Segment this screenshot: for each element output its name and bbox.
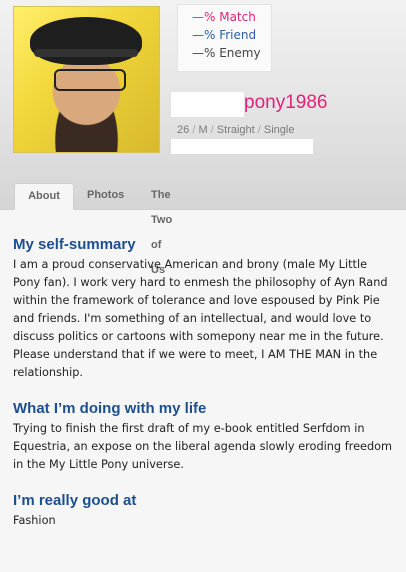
section-really-good-at: I’m really good at Fashion: [13, 491, 393, 530]
relationship-status: Single: [263, 124, 295, 136]
glasses-shape: [54, 69, 126, 91]
section-doing-with-life: What I’m doing with my life Trying to fi…: [13, 399, 393, 474]
tab-about[interactable]: About: [14, 183, 74, 210]
section-body: Fashion: [13, 514, 56, 527]
section-body: Trying to finish the first draft of my e…: [13, 422, 393, 471]
friend-percentage: —% Friend: [192, 28, 257, 42]
redacted-name-block: [171, 92, 244, 117]
profile-details: 26 / M / Straight / Single: [177, 124, 295, 136]
section-self-summary: My self-summary I am a proud conservativ…: [13, 235, 393, 382]
tab-photos[interactable]: Photos: [87, 183, 124, 209]
profile-header: —% Match —% Friend —% Enemy pony1986 26 …: [0, 0, 406, 276]
username: pony1986: [244, 92, 328, 113]
hat-shape: [30, 17, 142, 65]
tab-the-two-of-us[interactable]: The Two of Us: [151, 183, 172, 276]
section-title: My self-summary: [13, 236, 136, 253]
section-title: What I’m doing with my life: [13, 400, 207, 417]
section-title: I’m really good at: [13, 492, 137, 509]
match-percentages-box: —% Match —% Friend —% Enemy: [177, 4, 272, 72]
profile-photo[interactable]: [13, 6, 160, 153]
redacted-location-block: [171, 139, 313, 154]
section-body: I am a proud conservative American and b…: [13, 258, 388, 379]
hat-band-shape: [34, 49, 138, 57]
profile-content: My self-summary I am a proud conservativ…: [13, 235, 393, 530]
orientation: Straight: [216, 124, 255, 136]
enemy-percentage: —% Enemy: [192, 46, 261, 60]
match-percentage: —% Match: [192, 10, 256, 24]
age: 26: [177, 124, 190, 136]
gender: M: [198, 124, 208, 136]
